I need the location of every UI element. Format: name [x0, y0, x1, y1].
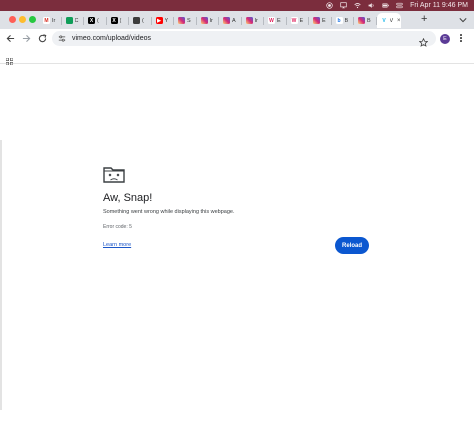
browser-tab[interactable]: X(	[84, 13, 107, 28]
app-icon	[133, 17, 140, 24]
battery-icon[interactable]	[382, 2, 389, 9]
tab-title: V	[389, 17, 394, 24]
bookmarks-bar	[0, 48, 474, 66]
window-edge-shadow	[0, 140, 2, 410]
tab-title: E	[322, 17, 326, 24]
volume-icon[interactable]	[368, 2, 375, 9]
browser-tab[interactable]: S	[174, 13, 197, 28]
reload-button[interactable]: Reload	[335, 237, 369, 254]
browser-tab[interactable]: (	[129, 13, 152, 28]
tab-title: B	[344, 17, 349, 24]
gmail-icon: M	[43, 17, 50, 24]
tab-title: (	[97, 17, 99, 24]
bookmark-star-icon[interactable]	[418, 34, 429, 47]
browser-tab[interactable]: A	[219, 13, 242, 28]
browser-tab[interactable]: Ir	[242, 13, 265, 28]
instagram-icon	[178, 17, 185, 24]
cast-icon[interactable]	[340, 2, 347, 9]
close-window-button[interactable]	[9, 16, 16, 23]
browser-toolbar: vimeo.com/upload/videos E	[0, 29, 474, 48]
browser-tab[interactable]: B	[354, 13, 377, 28]
instagram-icon	[313, 17, 320, 24]
tab-title: (	[119, 17, 122, 24]
w-icon: W	[268, 17, 275, 24]
minimize-window-button[interactable]	[19, 16, 26, 23]
url-text[interactable]: vimeo.com/upload/videos	[72, 35, 151, 42]
page-content: Aw, Snap! Something went wrong while dis…	[0, 65, 474, 442]
reload-icon[interactable]	[37, 33, 47, 43]
instagram-icon	[358, 17, 365, 24]
sheets-icon	[65, 17, 73, 24]
tab-title: A	[232, 17, 236, 24]
browser-tab[interactable]: X(	[107, 13, 130, 28]
wifi-icon[interactable]	[354, 2, 361, 9]
instagram-icon	[245, 17, 253, 24]
browser-tab[interactable]: C	[62, 13, 85, 28]
browser-tab[interactable]: V V ×	[376, 13, 401, 28]
error-title: Aw, Snap!	[103, 192, 153, 204]
tab-strip: M Ir C X(X((▶ Y S Ir A Ir W E W E Eb B B V V × +	[0, 11, 474, 29]
w-icon: W	[290, 17, 298, 24]
x-icon: X	[88, 17, 95, 24]
tab-title: E	[277, 17, 281, 24]
site-info-icon[interactable]	[58, 35, 66, 42]
record-icon[interactable]	[326, 2, 333, 9]
tab-title: B	[367, 17, 371, 24]
learn-more-link[interactable]: Learn more	[103, 242, 131, 248]
macos-menu-bar: Fri Apr 11 9:46 PM	[0, 0, 474, 11]
tab-title: (	[142, 17, 144, 24]
browser-tab[interactable]: WE	[287, 13, 310, 28]
b-icon: b	[335, 17, 343, 24]
tab-title: C	[74, 17, 79, 24]
tab-title: Ir	[254, 17, 258, 24]
tab-search-icon[interactable]	[458, 15, 468, 24]
profile-avatar[interactable]: E	[440, 34, 450, 44]
sad-tab-icon	[103, 165, 125, 183]
back-arrow-icon[interactable]	[5, 33, 15, 43]
vimeo-icon: V	[380, 17, 388, 24]
tab-list: M Ir C X(X((▶ Y S Ir A Ir W E W E Eb B B V V ×	[39, 13, 401, 29]
forward-arrow-icon[interactable]	[21, 33, 31, 43]
browser-tab[interactable]: ▶ Y	[152, 13, 175, 28]
error-message: Something went wrong while displaying th…	[103, 209, 235, 215]
apps-grid-icon[interactable]	[5, 52, 14, 66]
error-code: Error code: 5	[103, 224, 132, 230]
browser-tab[interactable]: WE	[264, 13, 287, 28]
youtube-icon: ▶	[155, 17, 163, 24]
browser-tab[interactable]: Ir	[197, 13, 220, 28]
control-center-icon[interactable]	[396, 2, 403, 9]
more-menu-icon[interactable]	[458, 33, 464, 43]
menu-bar-clock[interactable]: Fri Apr 11 9:46 PM	[410, 2, 468, 9]
tab-title: Ir	[209, 17, 213, 24]
new-tab-button[interactable]: +	[421, 14, 427, 25]
browser-tab[interactable]: M Ir	[39, 13, 62, 28]
x-icon: X	[110, 17, 118, 24]
tab-title: S	[187, 17, 191, 24]
fullscreen-window-button[interactable]	[29, 16, 36, 23]
instagram-icon	[200, 17, 208, 24]
instagram-icon	[223, 17, 230, 24]
tab-title: E	[299, 17, 304, 24]
browser-tab[interactable]: bB	[332, 13, 355, 28]
close-tab-icon[interactable]: ×	[397, 18, 401, 24]
browser-tab[interactable]: E	[309, 13, 332, 28]
tab-title: Y	[164, 17, 169, 24]
address-bar[interactable]: vimeo.com/upload/videos	[52, 31, 436, 47]
tab-title: Ir	[52, 17, 56, 24]
